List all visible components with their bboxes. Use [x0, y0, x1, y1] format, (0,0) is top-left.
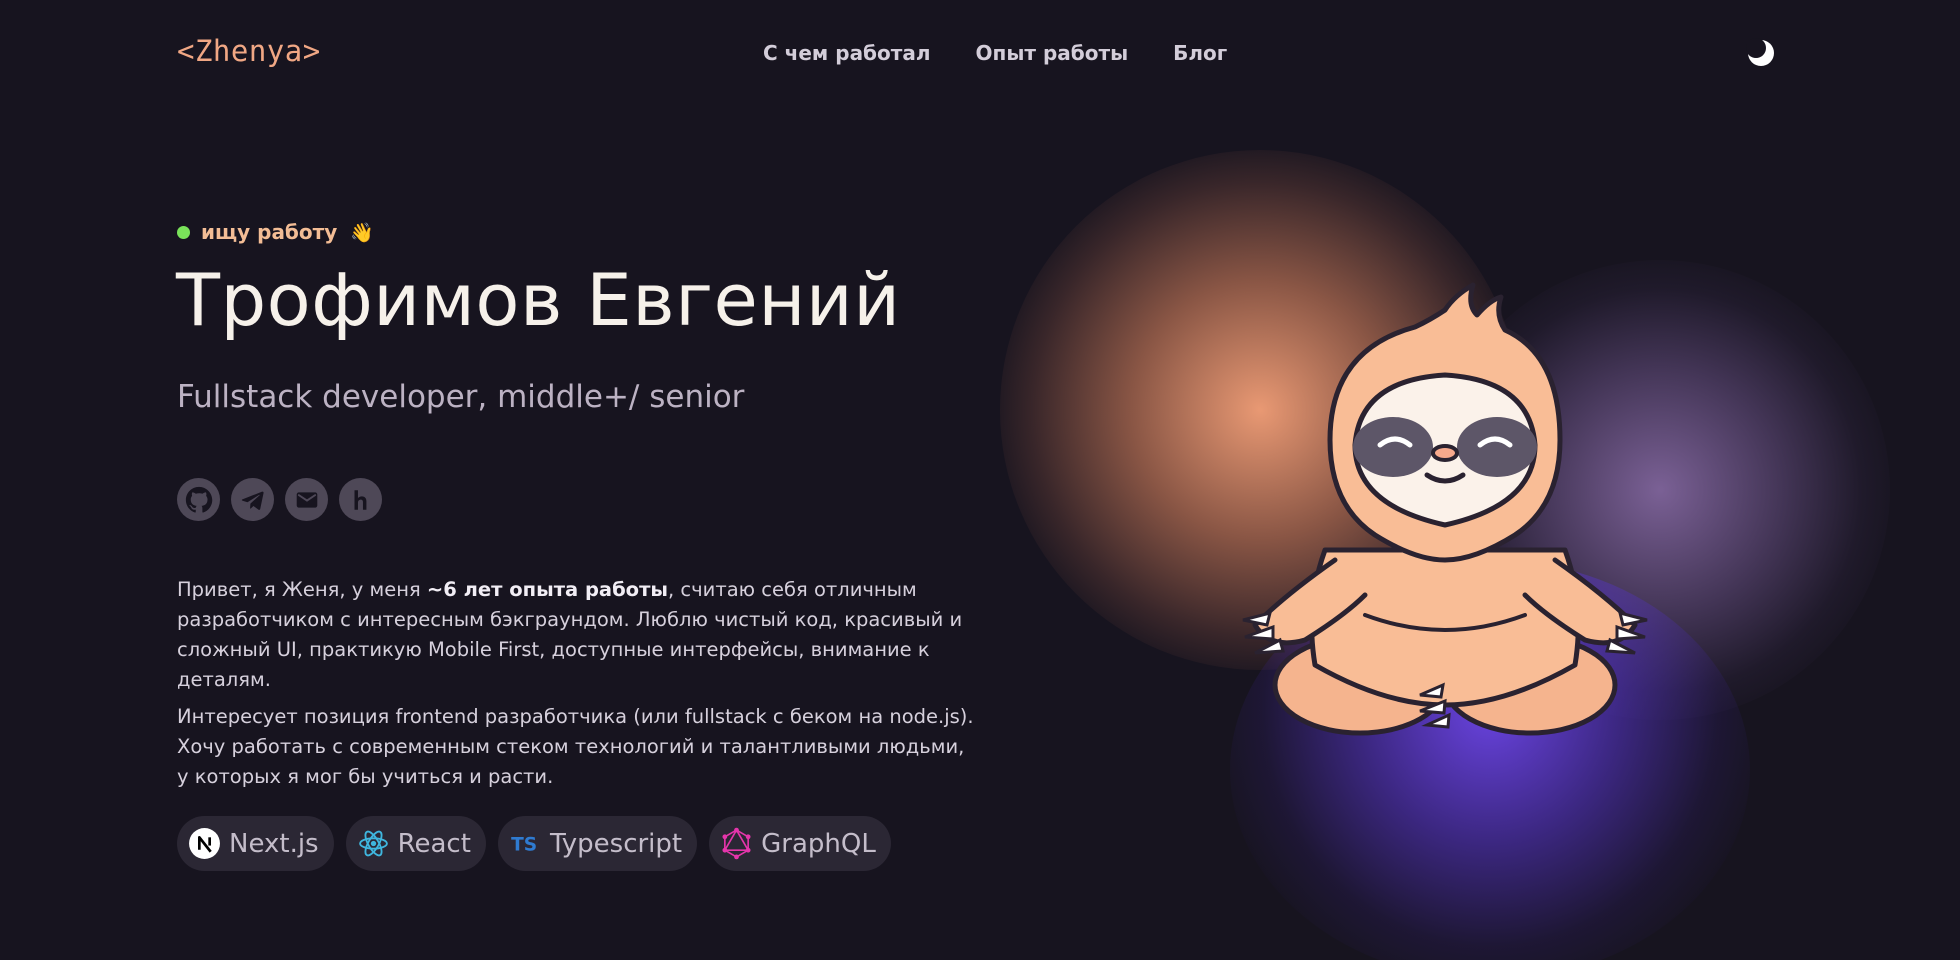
chip-label: Next.js — [229, 828, 319, 859]
tech-stack: Next.js React TS Typescript GraphQL — [177, 816, 891, 871]
react-icon — [357, 827, 390, 860]
chip-nextjs[interactable]: Next.js — [177, 816, 334, 871]
github-icon — [185, 486, 212, 513]
nav-item-tech[interactable]: С чем работал — [763, 41, 931, 65]
status-dot — [177, 225, 190, 239]
chip-react[interactable]: React — [345, 816, 486, 871]
about-text: Привет, я Женя, у меня ~6 лет опыта рабо… — [177, 575, 977, 792]
job-status: ищу работу 👋 — [177, 220, 374, 244]
theme-toggle-button[interactable] — [1746, 38, 1776, 68]
mail-link[interactable] — [285, 478, 328, 521]
chip-typescript[interactable]: TS Typescript — [497, 816, 698, 871]
mail-icon — [296, 491, 317, 508]
about-paragraph-2: Интересует позиция frontend разработчика… — [177, 705, 974, 788]
graphql-icon — [720, 827, 753, 860]
hh-icon — [354, 489, 366, 510]
typescript-icon: TS — [509, 827, 542, 860]
chip-graphql[interactable]: GraphQL — [709, 816, 891, 871]
site-logo[interactable]: <Zhenya> — [177, 34, 321, 68]
github-link[interactable] — [177, 478, 220, 521]
chip-label: Typescript — [549, 828, 683, 859]
main-nav: С чем работал Опыт работы Блог — [763, 41, 1227, 65]
social-links — [177, 478, 382, 521]
chip-label: React — [397, 828, 471, 859]
page-title: Трофимов Евгений — [176, 258, 901, 342]
telegram-icon — [241, 491, 264, 510]
nav-item-blog[interactable]: Блог — [1173, 41, 1227, 65]
moon-icon — [1746, 38, 1774, 66]
role-subtitle: Fullstack developer, middle+/ senior — [177, 379, 745, 415]
page: <Zhenya> С чем работал Опыт работы Блог — [0, 0, 1960, 960]
hh-link[interactable] — [339, 478, 382, 521]
svg-text:TS: TS — [511, 835, 537, 856]
experience-highlight: ~6 лет опыта работы — [426, 578, 669, 601]
chip-label: GraphQL — [761, 828, 876, 859]
sloth-illustration — [1242, 282, 1648, 736]
about-paragraph-1: Привет, я Женя, у меня ~6 лет опыта рабо… — [177, 578, 963, 691]
wave-emoji: 👋 — [350, 221, 374, 244]
nav-item-experience[interactable]: Опыт работы — [976, 41, 1129, 65]
nextjs-icon — [188, 827, 221, 860]
status-text: ищу работу — [201, 220, 338, 244]
telegram-link[interactable] — [231, 478, 274, 521]
